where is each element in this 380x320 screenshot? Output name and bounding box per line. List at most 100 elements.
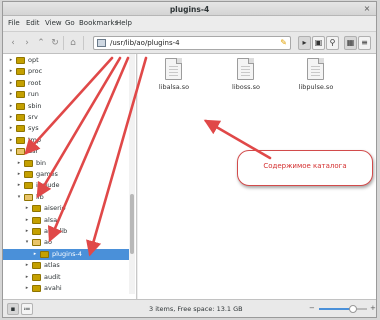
tree-item-root[interactable]: ▸ root [3, 78, 135, 89]
shared-library-icon [237, 58, 254, 80]
expand-icon[interactable]: ▸ [16, 180, 22, 191]
new-folder-icon[interactable]: ▣ [312, 36, 325, 50]
toggle-location-icon[interactable]: ▸ [298, 36, 311, 50]
expand-icon[interactable]: ▸ [8, 78, 14, 89]
folder-icon [32, 228, 41, 235]
menu-file[interactable]: File [8, 19, 20, 27]
tree-item-sbin[interactable]: ▸ sbin [3, 101, 135, 112]
home-icon[interactable]: ⌂ [67, 36, 79, 50]
toolbar: ‹ › ⌃ ↻ ⌂ /usr/lib/ao/plugins-4 ✎ ▸ ▣ ⚲ … [3, 32, 376, 54]
expand-icon[interactable]: ▸ [8, 112, 14, 123]
expand-icon[interactable]: ▸ [16, 169, 22, 180]
show-tree-icon[interactable]: ≔ [21, 303, 33, 315]
tree-item-label: games [36, 170, 58, 178]
tree-item-alsa[interactable]: ▸ alsa [3, 215, 135, 226]
collapse-icon[interactable]: ▾ [24, 237, 30, 248]
zoom-in-icon[interactable]: + [370, 304, 376, 312]
tree-item-label: alsa [44, 215, 58, 224]
window-title: plugins-4 [169, 5, 210, 14]
search-icon[interactable]: ⚲ [326, 36, 339, 50]
expand-icon[interactable]: ▸ [8, 101, 14, 112]
tree-item-ao[interactable]: ▾ ao [3, 237, 135, 248]
back-icon[interactable]: ‹ [7, 36, 19, 50]
scroll-thumb[interactable] [130, 194, 134, 254]
tree-item-label: plugins-4 [52, 249, 82, 258]
show-places-icon[interactable]: ▪ [7, 303, 19, 315]
list-view-icon[interactable]: ≡ [358, 36, 371, 50]
folder-icon [24, 193, 33, 201]
forward-icon[interactable]: › [21, 36, 33, 50]
toolbar-separator [63, 36, 64, 50]
folder-icon [32, 262, 41, 270]
zoom-handle[interactable] [348, 305, 357, 313]
expand-icon[interactable]: ▸ [8, 89, 14, 100]
folder-icon [32, 285, 41, 292]
location-text[interactable]: /usr/lib/ao/plugins-4 [110, 39, 180, 47]
file-name: libpulse.so [298, 83, 334, 91]
collapse-icon[interactable]: ▾ [16, 192, 22, 203]
folder-icon [32, 216, 41, 224]
expand-icon[interactable]: ▸ [24, 260, 30, 271]
zoom-out-icon[interactable]: − [309, 304, 315, 312]
file-item[interactable]: liboss.so [218, 58, 274, 98]
expand-icon[interactable]: ▸ [8, 135, 14, 146]
tree-item-label: sys [28, 124, 39, 133]
zoom-fill [319, 308, 353, 310]
close-icon[interactable]: × [362, 4, 372, 14]
location-bar[interactable]: /usr/lib/ao/plugins-4 ✎ [93, 36, 291, 50]
menu-view[interactable]: View [45, 19, 62, 27]
folder-icon [16, 125, 25, 133]
tree-item-proc[interactable]: ▸ proc [3, 66, 135, 77]
tree-item-alsa-lib[interactable]: ▸ alsa-lib [3, 226, 135, 237]
tree-item-sys[interactable]: ▸ sys [3, 123, 135, 134]
tree-item-aiserio[interactable]: ▸ aiserio [3, 203, 135, 214]
icon-view-icon[interactable]: ▦ [344, 36, 357, 50]
tree-item-audit[interactable]: ▸ audit [3, 272, 135, 283]
file-item[interactable]: libalsa.so [146, 58, 202, 98]
menu-go[interactable]: Go [65, 19, 75, 27]
tree-item-avahi[interactable]: ▸ avahi [3, 283, 135, 294]
title-bar[interactable]: plugins-4 × [3, 2, 376, 16]
menu-bookmarks[interactable]: Bookmarks [79, 19, 118, 27]
tree-item-atlas[interactable]: ▸ atlas [3, 260, 135, 271]
zoom-slider[interactable] [319, 305, 367, 313]
expand-icon[interactable]: ▸ [24, 283, 30, 294]
collapse-icon[interactable]: ▾ [8, 146, 14, 157]
tree-item-opt[interactable]: ▸ opt [3, 55, 135, 66]
folder-icon [24, 171, 33, 178]
tree-item-label: opt [28, 56, 39, 64]
tree-item-tmp[interactable]: ▸ tmp [3, 135, 135, 146]
expand-icon[interactable]: ▸ [16, 158, 22, 169]
menu-edit[interactable]: Edit [26, 19, 40, 27]
tree-item-bin[interactable]: ▸ bin [3, 158, 135, 169]
tree-item-label: bin [36, 158, 47, 167]
menu-help[interactable]: Help [116, 19, 132, 27]
tree-item-games[interactable]: ▸ games [3, 169, 135, 180]
tree-item-run[interactable]: ▸ run [3, 89, 135, 100]
expand-icon[interactable]: ▸ [8, 55, 14, 66]
tree-item-usr[interactable]: ▾ usr [3, 146, 135, 157]
tree-item-lib[interactable]: ▾ lib [3, 192, 135, 203]
shared-library-icon [307, 58, 324, 80]
file-name: liboss.so [232, 83, 260, 91]
folder-icon [16, 68, 25, 76]
expand-icon[interactable]: ▸ [8, 66, 14, 77]
tree-scrollbar[interactable] [129, 54, 135, 294]
tree-item-include[interactable]: ▸ include [3, 180, 135, 191]
expand-icon[interactable]: ▸ [24, 272, 30, 283]
tree-item-srv[interactable]: ▸ srv [3, 112, 135, 123]
clear-location-icon[interactable]: ✎ [280, 38, 287, 47]
tree-item-plugins-4[interactable]: ▸ plugins-4 [3, 248, 135, 260]
expand-icon[interactable]: ▸ [32, 249, 38, 260]
tree-item-label: sbin [28, 101, 42, 110]
folder-icon [40, 250, 49, 258]
file-item[interactable]: libpulse.so [288, 58, 344, 98]
tree-item-label: include [36, 181, 60, 190]
expand-icon[interactable]: ▸ [24, 215, 30, 226]
tree-item-label: usr [28, 147, 39, 156]
expand-icon[interactable]: ▸ [24, 203, 30, 214]
reload-icon[interactable]: ↻ [49, 36, 61, 50]
expand-icon[interactable]: ▸ [8, 123, 14, 134]
up-icon[interactable]: ⌃ [35, 36, 47, 50]
expand-icon[interactable]: ▸ [24, 226, 30, 237]
